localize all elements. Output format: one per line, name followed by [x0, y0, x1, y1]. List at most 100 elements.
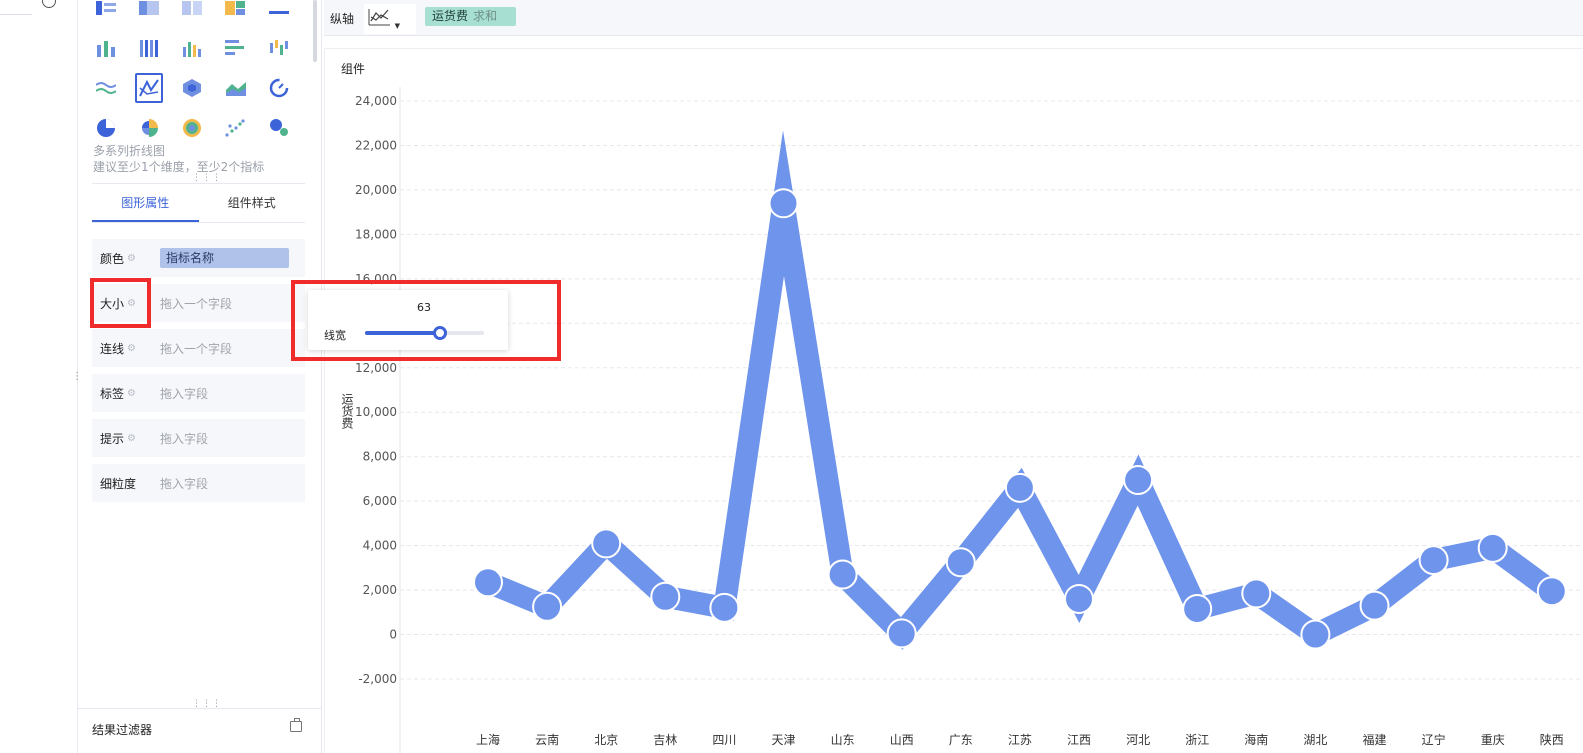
data-point[interactable] — [650, 581, 681, 612]
data-point[interactable] — [1123, 465, 1154, 496]
series-line — [483, 130, 1559, 650]
y-tick-label: 24,000 — [355, 94, 397, 108]
field-name: 运货费 — [432, 9, 469, 23]
x-tick-label: 上海 — [476, 732, 500, 747]
highlight-box — [90, 278, 151, 328]
color-field-pill[interactable]: 指标名称 — [160, 248, 289, 268]
lock-icon[interactable] — [290, 718, 302, 732]
chart-canvas: 组件 24,00022,00020,00018,00016,00014,0001… — [340, 62, 1583, 753]
data-point[interactable] — [768, 188, 799, 219]
chart-type-multi-pie-icon[interactable] — [178, 113, 206, 143]
drop-zone[interactable]: 拖入字段 — [160, 385, 208, 402]
drop-zone[interactable]: 拖入一个字段 — [160, 340, 232, 357]
data-point[interactable] — [709, 592, 740, 623]
chart-type-rose-icon[interactable] — [135, 113, 163, 143]
chart-type-treemap-icon[interactable] — [222, 0, 250, 23]
x-tick-label: 浙江 — [1185, 733, 1209, 747]
data-point[interactable] — [1182, 593, 1213, 624]
line-width-label: 线宽 — [324, 329, 346, 342]
drop-zone[interactable]: 拖入字段 — [160, 430, 208, 447]
chart-type-cross-table-icon[interactable] — [135, 0, 163, 23]
resize-handle-icon[interactable]: ⋮⋮⋮ — [192, 700, 222, 709]
left-strip: ⋯ ⋮⋮ — [0, 0, 91, 753]
chart-type-multi-line-icon[interactable] — [92, 73, 120, 103]
chart-type-pie-icon[interactable] — [92, 113, 120, 143]
chart-type-scatter-icon[interactable] — [222, 113, 250, 143]
prop-color[interactable]: 颜色 ⚙ 指标名称 — [92, 239, 305, 277]
slider-fill — [365, 331, 440, 335]
data-point[interactable] — [591, 528, 622, 559]
data-point[interactable] — [473, 567, 503, 598]
data-point[interactable] — [1300, 619, 1331, 650]
gear-icon[interactable]: ⚙ — [127, 253, 136, 264]
x-tick-label: 海南 — [1244, 732, 1268, 747]
tab-graphic-properties[interactable]: 图形属性 — [92, 184, 199, 222]
line-width-value: 63 — [417, 301, 431, 314]
chart-type-bar-icon[interactable] — [222, 33, 250, 63]
hint-desc: 建议至少1个维度，至少2个指标 — [93, 160, 265, 174]
prop-tooltip[interactable]: 提示 ⚙ 拖入字段 — [92, 419, 305, 457]
chart-type-hint: 多系列折线图 建议至少1个维度，至少2个指标 — [93, 143, 264, 175]
chart-type-dropdown[interactable]: ▼ — [364, 4, 416, 34]
gear-icon[interactable]: ⚙ — [127, 388, 136, 399]
axis-label: 纵轴 — [330, 12, 355, 26]
data-point[interactable] — [1536, 576, 1567, 607]
y-tick-label: -2,000 — [358, 672, 397, 686]
prop-connect[interactable]: 连线 ⚙ 拖入一个字段 — [92, 329, 305, 367]
y-tick-label: 22,000 — [355, 138, 397, 152]
chart-type-stacked-column-icon[interactable] — [92, 33, 120, 63]
tab-component-style[interactable]: 组件样式 — [199, 184, 306, 222]
chart-type-radar-icon[interactable] — [179, 73, 207, 103]
chart-type-percent-column-icon[interactable] — [135, 33, 163, 63]
y-tick-label: 12,000 — [355, 361, 397, 375]
prop-label: 连线 — [100, 341, 125, 356]
chart-type-area-icon[interactable] — [222, 73, 250, 103]
panel-scrollbar[interactable] — [313, 0, 317, 62]
data-point[interactable] — [827, 559, 858, 590]
data-point[interactable] — [1004, 472, 1035, 503]
prop-label: 颜色 — [100, 251, 125, 266]
chevron-down-icon: ▼ — [394, 22, 400, 30]
data-point[interactable] — [886, 618, 917, 649]
x-tick-label: 山西 — [890, 733, 914, 747]
config-panel: 多系列折线图 建议至少1个维度，至少2个指标 ⋮⋮⋮ 图形属性 组件样式 颜色 ⚙… — [78, 0, 322, 753]
slider-handle[interactable] — [432, 326, 447, 340]
line-width-slider[interactable] — [365, 326, 484, 340]
chart-type-grid-icon[interactable] — [178, 0, 206, 23]
y-tick-label: 0 — [389, 628, 397, 642]
prop-granularity[interactable]: 细粒度 拖入字段 — [92, 464, 305, 502]
data-point[interactable] — [1418, 545, 1449, 576]
data-point[interactable] — [532, 591, 563, 622]
more-options-icon[interactable]: ⋯ — [42, 0, 56, 8]
chart-type-range-column-icon[interactable] — [265, 33, 293, 63]
chart-type-column-icon[interactable] — [178, 33, 206, 63]
x-tick-label: 吉林 — [653, 733, 677, 747]
x-tick-label: 广东 — [949, 733, 973, 747]
gear-icon[interactable]: ⚙ — [127, 343, 136, 354]
x-tick-label: 江西 — [1067, 733, 1091, 747]
x-tick-label: 重庆 — [1481, 733, 1505, 747]
chart-type-kpi-icon[interactable] — [265, 0, 293, 23]
prop-label: 提示 — [100, 431, 125, 446]
axis-field-pill[interactable]: 运货费 求和 — [425, 7, 516, 26]
gear-icon[interactable]: ⚙ — [127, 433, 136, 444]
chart-type-multi-series-line-icon[interactable] — [135, 73, 164, 103]
data-point[interactable] — [1064, 583, 1094, 614]
result-filter-bar[interactable]: 结果过滤器 — [78, 708, 322, 753]
resize-handle-icon[interactable]: ⋮⋮⋮ — [192, 174, 222, 183]
data-point[interactable] — [945, 547, 976, 578]
app-root: ⋯ ⋮⋮ — [0, 0, 1583, 753]
data-point[interactable] — [1359, 590, 1390, 621]
chart-type-table-icon[interactable] — [92, 0, 120, 23]
y-axis-label: 运货费 — [340, 393, 354, 429]
drop-zone[interactable]: 拖入一个字段 — [160, 295, 232, 312]
prop-label[interactable]: 标签 ⚙ 拖入字段 — [92, 374, 305, 412]
property-tabs: 图形属性 组件样式 — [92, 183, 305, 223]
data-point[interactable] — [1241, 578, 1272, 609]
chart-type-bubble-icon[interactable] — [265, 113, 293, 143]
drop-zone[interactable]: 拖入字段 — [160, 475, 208, 492]
chart-type-gauge-icon[interactable] — [265, 73, 293, 103]
data-point[interactable] — [1477, 532, 1508, 563]
x-tick-label: 辽宁 — [1422, 732, 1446, 747]
y-tick-label: 10,000 — [355, 405, 397, 419]
